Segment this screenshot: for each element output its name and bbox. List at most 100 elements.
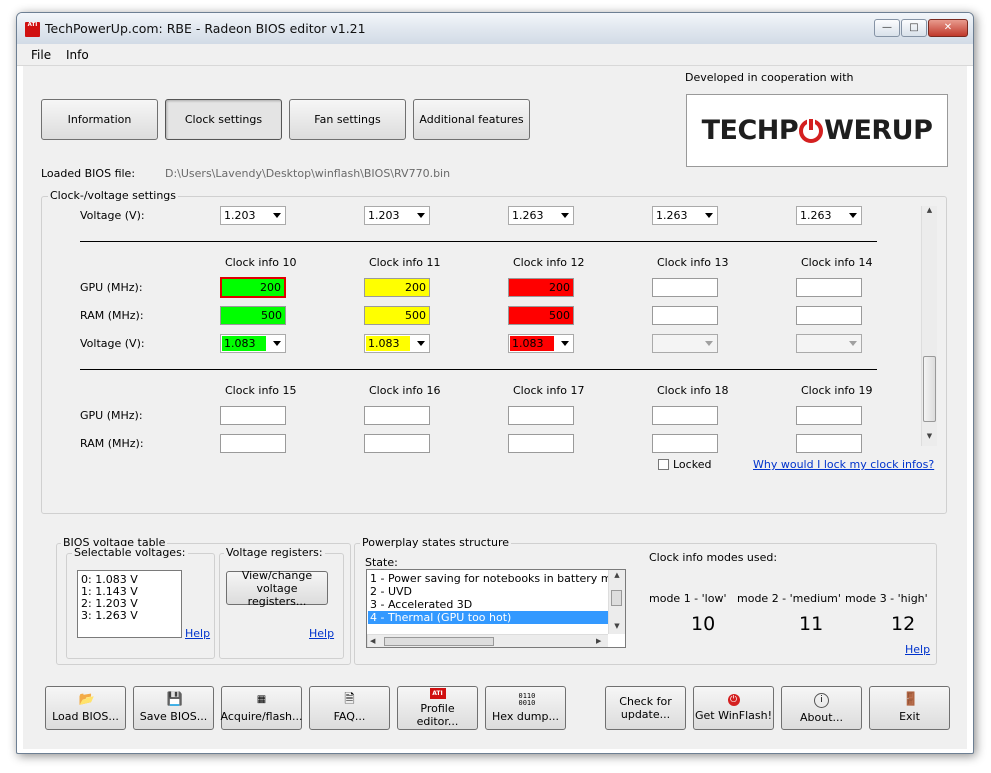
ram-clock-16-input[interactable]	[364, 434, 430, 453]
chevron-down-icon	[273, 213, 281, 218]
clock-scrollbar[interactable]: ▲ ▼	[921, 206, 937, 446]
list-item[interactable]: 2 - UVD	[370, 585, 412, 598]
ram-clock-18-input[interactable]	[652, 434, 718, 453]
gpu-clock-16-input[interactable]	[364, 406, 430, 425]
ram-clock-10-input[interactable]: 500	[220, 306, 286, 325]
gpu-clock-19-input[interactable]	[796, 406, 862, 425]
voltage-help-link-2[interactable]: Help	[309, 627, 334, 640]
hex-dump-label: Hex dump...	[492, 710, 559, 723]
scroll-thumb[interactable]	[384, 637, 494, 646]
save-bios-label: Save BIOS...	[139, 710, 208, 723]
gpu-clock-15-input[interactable]	[220, 406, 286, 425]
minimize-icon[interactable]: —	[874, 19, 900, 37]
title-bar[interactable]: ATI TechPowerUp.com: RBE - Radeon BIOS e…	[17, 13, 973, 44]
scroll-up-icon[interactable]: ▲	[922, 206, 937, 220]
logo-caption: Developed in cooperation with	[685, 71, 854, 84]
tab-clock-settings[interactable]: Clock settings	[165, 99, 282, 140]
voltage-help-link-1[interactable]: Help	[185, 627, 210, 640]
tab-additional-features[interactable]: Additional features	[413, 99, 530, 140]
gpu-clock-11-input[interactable]: 200	[364, 278, 430, 297]
voltage-11-combo[interactable]: 1.083	[364, 334, 430, 353]
voltage-14-combo[interactable]	[796, 334, 862, 353]
list-item[interactable]: 1 - Power saving for notebooks in batter…	[370, 572, 608, 585]
menu-info[interactable]: Info	[66, 48, 89, 62]
top-voltage-combo-3[interactable]: 1.263	[508, 206, 574, 225]
locked-label: Locked	[673, 458, 712, 471]
top-voltage-combo-2[interactable]: 1.203	[364, 206, 430, 225]
client-area: Information Clock settings Fan settings …	[23, 66, 967, 749]
view-voltage-registers-button[interactable]: View/change voltage registers...	[226, 569, 328, 608]
list-item-selected[interactable]: 4 - Thermal (GPU too hot)	[368, 611, 608, 624]
acquire-flash-button[interactable]: ▦ Acquire/flash...	[221, 686, 303, 730]
menu-file[interactable]: File	[31, 48, 51, 62]
close-icon[interactable]: ✕	[928, 19, 968, 37]
state-list-vscroll[interactable]: ▲ ▼	[608, 570, 625, 634]
about-button[interactable]: i About...	[781, 686, 862, 730]
exit-button[interactable]: 🚪 Exit	[869, 686, 950, 730]
exit-label: Exit	[899, 710, 920, 723]
scroll-thumb[interactable]	[611, 590, 622, 606]
scroll-up-icon[interactable]: ▲	[609, 571, 625, 579]
logo-text-b: WERUP	[824, 115, 933, 146]
get-winflash-button[interactable]: ⏻ Get WinFlash!	[693, 686, 774, 730]
check-update-button[interactable]: Check for update...	[605, 686, 686, 730]
ram-clock-13-input[interactable]	[652, 306, 718, 325]
hex-dump-button[interactable]: 0110 0010 Hex dump...	[485, 686, 566, 730]
state-label: State:	[365, 556, 398, 569]
clock-info-13-header: Clock info 13	[657, 256, 729, 269]
gpu-clock-14-input[interactable]	[796, 278, 862, 297]
selectable-voltages-legend: Selectable voltages:	[72, 546, 188, 559]
powerplay-state-list[interactable]: 1 - Power saving for notebooks in batter…	[366, 569, 626, 648]
voltage-12-combo[interactable]: 1.083	[508, 334, 574, 353]
maximize-icon[interactable]: □	[901, 19, 927, 37]
load-bios-button[interactable]: 📂 Load BIOS...	[45, 686, 126, 730]
ram-clock-17-input[interactable]	[508, 434, 574, 453]
profile-editor-button[interactable]: ATI Profile editor...	[397, 686, 478, 730]
gpu-clock-18-input[interactable]	[652, 406, 718, 425]
faq-button[interactable]: 🗎 FAQ...	[309, 686, 390, 730]
top-voltage-combo-5[interactable]: 1.263	[796, 206, 862, 225]
gpu-clock-17-input[interactable]	[508, 406, 574, 425]
lock-info-link[interactable]: Why would I lock my clock infos?	[753, 458, 934, 471]
scroll-down-icon[interactable]: ▼	[922, 432, 937, 446]
row1-gpu-label: GPU (MHz):	[80, 281, 143, 294]
tab-fan-settings[interactable]: Fan settings	[289, 99, 406, 140]
gpu-clock-12-input[interactable]: 200	[508, 278, 574, 297]
powerplay-help-link[interactable]: Help	[905, 643, 930, 656]
scroll-thumb[interactable]	[923, 356, 936, 422]
gpu-clock-10-input[interactable]: 200	[220, 277, 286, 298]
techpowerup-logo[interactable]: TECHP WERUP	[686, 94, 948, 167]
ram-clock-19-input[interactable]	[796, 434, 862, 453]
top-voltage-combo-4[interactable]: 1.263	[652, 206, 718, 225]
scroll-right-icon[interactable]: ▶	[596, 637, 601, 645]
save-bios-button[interactable]: 💾 Save BIOS...	[133, 686, 214, 730]
ram-clock-12-input[interactable]: 500	[508, 306, 574, 325]
locked-checkbox[interactable]	[658, 459, 669, 470]
scroll-down-icon[interactable]: ▼	[609, 622, 625, 630]
clock-info-16-header: Clock info 16	[369, 384, 441, 397]
chevron-down-icon	[849, 341, 857, 346]
gpu-clock-13-input[interactable]	[652, 278, 718, 297]
mode-1-value: 10	[691, 613, 716, 635]
state-list-hscroll[interactable]: ◀ ▶	[367, 634, 608, 647]
mode-2-label: mode 2 - 'medium'	[737, 592, 841, 605]
list-item[interactable]: 3 - Accelerated 3D	[370, 598, 472, 611]
chevron-down-icon	[561, 341, 569, 346]
top-voltage-combo-1[interactable]: 1.203	[220, 206, 286, 225]
voltage-13-combo[interactable]	[652, 334, 718, 353]
row1-ram-label: RAM (MHz):	[80, 309, 144, 322]
scroll-left-icon[interactable]: ◀	[370, 637, 375, 645]
list-item[interactable]: 3: 1.263 V	[81, 609, 138, 622]
top-voltage-label: Voltage (V):	[80, 209, 145, 222]
chevron-down-icon	[705, 213, 713, 218]
tab-information[interactable]: Information	[41, 99, 158, 140]
get-winflash-label: Get WinFlash!	[695, 709, 772, 722]
voltage-list[interactable]: 0: 1.083 V 1: 1.143 V 2: 1.203 V 3: 1.26…	[77, 570, 182, 638]
ram-clock-14-input[interactable]	[796, 306, 862, 325]
ram-clock-11-input[interactable]: 500	[364, 306, 430, 325]
tab-clock-label: Clock settings	[184, 113, 263, 126]
voltage-10-combo[interactable]: 1.083	[220, 334, 286, 353]
tab-additional-label: Additional features	[419, 113, 524, 126]
ram-clock-15-input[interactable]	[220, 434, 286, 453]
clock-info-12-header: Clock info 12	[513, 256, 585, 269]
